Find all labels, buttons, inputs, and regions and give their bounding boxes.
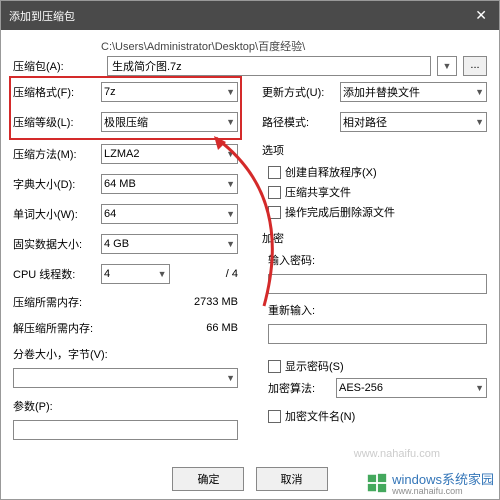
close-icon[interactable]: ✕ [471, 7, 491, 24]
params-input[interactable] [13, 420, 238, 440]
level-label: 压缩等级(L): [13, 114, 95, 130]
windows-logo-icon [366, 472, 388, 494]
watermark: windows系统家园 www.nahaifu.com [366, 469, 494, 496]
method-select[interactable]: LZMA2▼ [101, 144, 238, 164]
memd-label: 解压缩所需内存: [13, 320, 180, 336]
params-label: 参数(P): [13, 398, 238, 414]
dict-label: 字典大小(D): [13, 176, 95, 192]
split-label: 分卷大小，字节(V): [13, 346, 238, 362]
window-title: 添加到压缩包 [9, 8, 75, 24]
options-title: 选项 [262, 142, 487, 158]
threads-select[interactable]: 4▼ [101, 264, 170, 284]
sfx-checkbox[interactable]: 创建自释放程序(X) [268, 164, 487, 180]
word-label: 单词大小(W): [13, 206, 95, 222]
format-label: 压缩格式(F): [13, 84, 95, 100]
watermark-faded: www.nahaifu.com [354, 448, 440, 460]
format-select[interactable]: 7z▼ [101, 82, 238, 102]
memc-value: 2733 MB [186, 296, 238, 308]
update-select[interactable]: 添加并替换文件▼ [340, 82, 487, 102]
archive-dropdown[interactable]: ▼ [437, 56, 457, 76]
ok-button[interactable]: 确定 [172, 467, 244, 491]
solid-label: 固实数据大小: [13, 236, 95, 252]
alg-select[interactable]: AES-256▼ [336, 378, 487, 398]
titlebar: 添加到压缩包 ✕ [1, 1, 499, 30]
archive-input[interactable] [107, 56, 431, 76]
browse-button[interactable]: ... [463, 56, 487, 76]
delete-checkbox[interactable]: 操作完成后删除源文件 [268, 204, 487, 220]
cancel-button[interactable]: 取消 [256, 467, 328, 491]
alg-label: 加密算法: [268, 380, 330, 396]
update-label: 更新方式(U): [262, 84, 334, 100]
word-select[interactable]: 64▼ [101, 204, 238, 224]
password2-input[interactable] [268, 324, 487, 344]
threads-label: CPU 线程数: [13, 266, 95, 282]
showpw-checkbox[interactable]: 显示密码(S) [268, 358, 487, 374]
path-display: C:\Users\Administrator\Desktop\百度经验\ [101, 38, 487, 54]
pathmode-select[interactable]: 相对路径▼ [340, 112, 487, 132]
encryption-title: 加密 [262, 230, 487, 246]
encnames-checkbox[interactable]: 加密文件名(N) [268, 408, 487, 424]
share-checkbox[interactable]: 压缩共享文件 [268, 184, 487, 200]
dict-select[interactable]: 64 MB▼ [101, 174, 238, 194]
solid-select[interactable]: 4 GB▼ [101, 234, 238, 254]
highlight-box: 压缩格式(F): 7z▼ 压缩等级(L): 极限压缩▼ [9, 76, 242, 140]
password2-label: 重新输入: [268, 302, 487, 318]
memd-value: 66 MB [186, 322, 238, 334]
threads-max: / 4 [176, 268, 239, 280]
memc-label: 压缩所需内存: [13, 294, 180, 310]
split-select[interactable]: ▼ [13, 368, 238, 388]
password-label: 输入密码: [268, 252, 487, 268]
pathmode-label: 路径模式: [262, 114, 334, 130]
archive-label: 压缩包(A): [13, 58, 101, 74]
level-select[interactable]: 极限压缩▼ [101, 112, 238, 132]
password-input[interactable] [268, 274, 487, 294]
method-label: 压缩方法(M): [13, 146, 95, 162]
